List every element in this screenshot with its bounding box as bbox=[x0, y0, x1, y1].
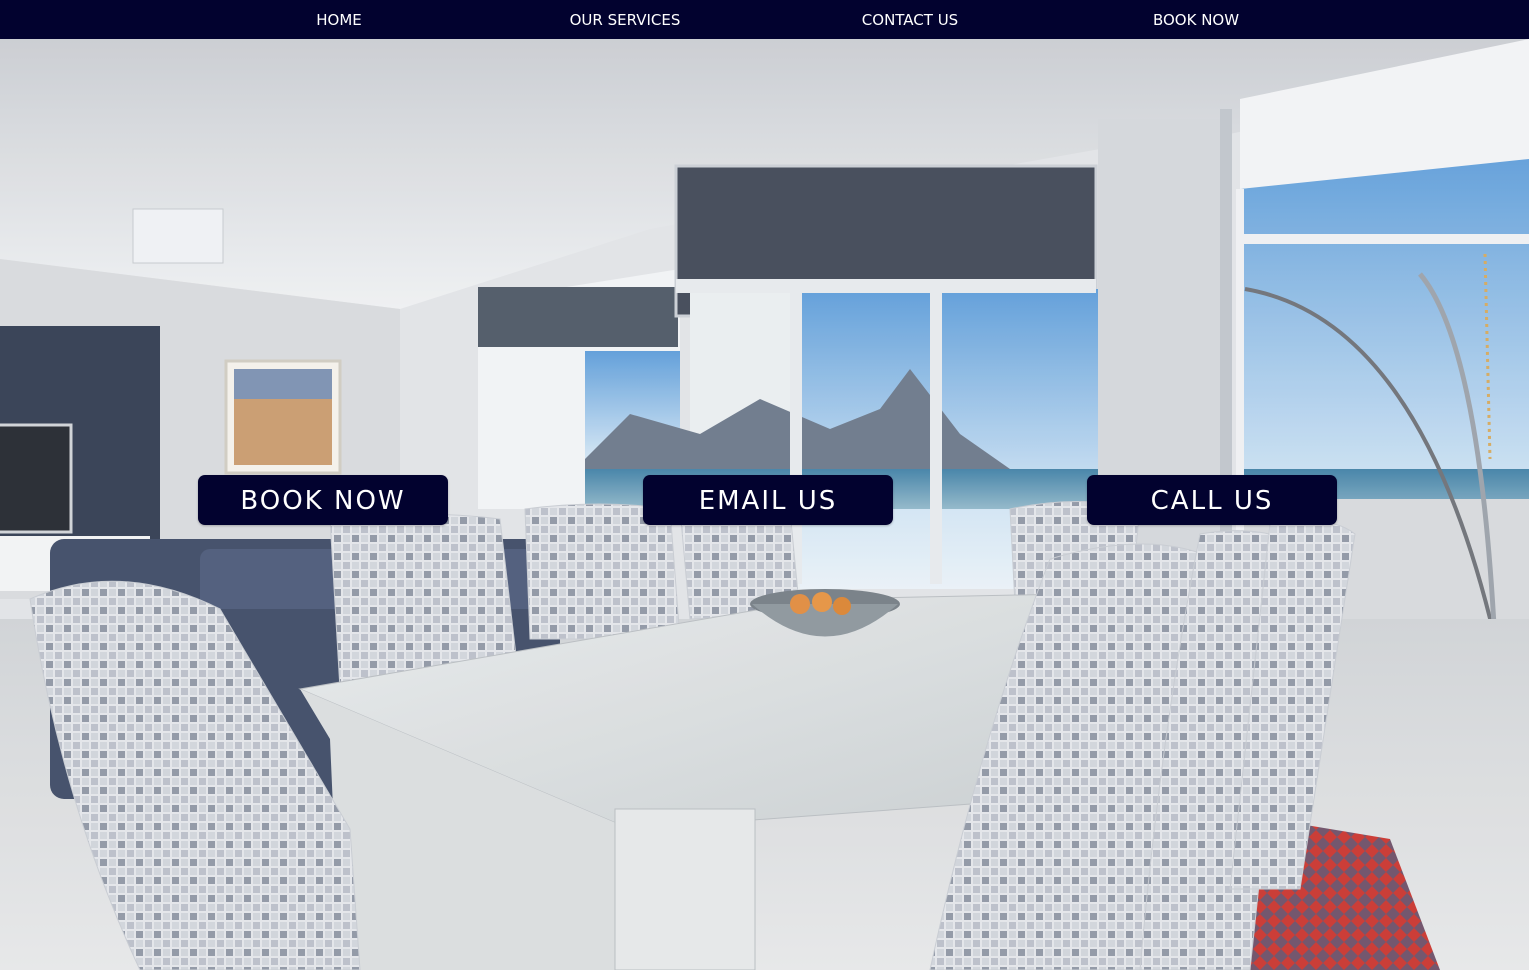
nav-services-link[interactable]: OUR SERVICES bbox=[570, 0, 681, 39]
top-navbar: HOME OUR SERVICES CONTACT US BOOK NOW bbox=[0, 0, 1529, 39]
call-us-button[interactable]: CALL US bbox=[1087, 475, 1337, 525]
nav-home-link[interactable]: HOME bbox=[316, 0, 362, 39]
nav-contact-link[interactable]: CONTACT US bbox=[862, 0, 958, 39]
nav-book-link[interactable]: BOOK NOW bbox=[1153, 0, 1239, 39]
book-now-button[interactable]: BOOK NOW bbox=[198, 475, 448, 525]
email-us-button[interactable]: EMAIL US bbox=[643, 475, 893, 525]
